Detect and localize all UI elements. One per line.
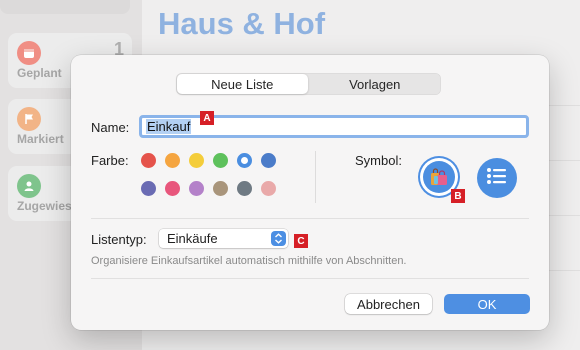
divider xyxy=(315,151,316,203)
list-type-value: Einkäufe xyxy=(167,231,218,246)
annotation-badge-b: B xyxy=(451,189,465,203)
flag-icon xyxy=(17,107,41,131)
color-swatch[interactable] xyxy=(165,153,180,168)
name-label: Name: xyxy=(91,120,130,135)
list-type-select[interactable]: Einkäufe xyxy=(159,229,288,248)
sidebar-top-card[interactable] xyxy=(0,0,130,14)
cancel-button[interactable]: Abbrechen xyxy=(345,294,432,314)
list-type-hint: Organisiere Einkaufsartikel automatisch … xyxy=(91,255,407,267)
color-swatch[interactable] xyxy=(237,153,252,168)
smart-list-label: Zugewies xyxy=(17,199,72,213)
divider xyxy=(91,278,529,279)
name-input[interactable]: Einkauf xyxy=(139,115,529,138)
annotation-badge-c: C xyxy=(294,234,308,248)
color-swatch[interactable] xyxy=(213,181,228,196)
tab-templates[interactable]: Vorlagen xyxy=(310,74,441,94)
person-icon xyxy=(17,174,41,198)
color-swatch[interactable] xyxy=(237,181,252,196)
name-input-value: Einkauf xyxy=(146,119,192,134)
chevron-updown-icon xyxy=(271,231,286,246)
new-list-dialog: Neue Liste Vorlagen Name: Einkauf A Farb… xyxy=(71,55,549,330)
smart-list-label: Markiert xyxy=(17,132,64,146)
color-swatch[interactable] xyxy=(189,181,204,196)
tab-new-list[interactable]: Neue Liste xyxy=(177,74,308,94)
calendar-icon xyxy=(17,41,41,65)
smart-list-label: Geplant xyxy=(17,66,62,80)
color-swatch[interactable] xyxy=(141,153,156,168)
page-title: Haus & Hof xyxy=(158,6,326,41)
color-label: Farbe: xyxy=(91,153,129,168)
segmented-control: Neue Liste Vorlagen xyxy=(176,73,441,95)
color-swatch[interactable] xyxy=(261,181,276,196)
color-swatch[interactable] xyxy=(141,181,156,196)
color-swatch[interactable] xyxy=(189,153,204,168)
divider xyxy=(91,218,529,219)
annotation-badge-a: A xyxy=(200,111,214,125)
color-swatch[interactable] xyxy=(213,153,228,168)
list-icon xyxy=(486,167,508,190)
symbol-list[interactable] xyxy=(477,158,517,198)
color-swatch[interactable] xyxy=(165,181,180,196)
list-type-label: Listentyp: xyxy=(91,232,147,247)
ok-button[interactable]: OK xyxy=(444,294,530,314)
symbol-label: Symbol: xyxy=(355,153,402,168)
color-swatch[interactable] xyxy=(261,153,276,168)
